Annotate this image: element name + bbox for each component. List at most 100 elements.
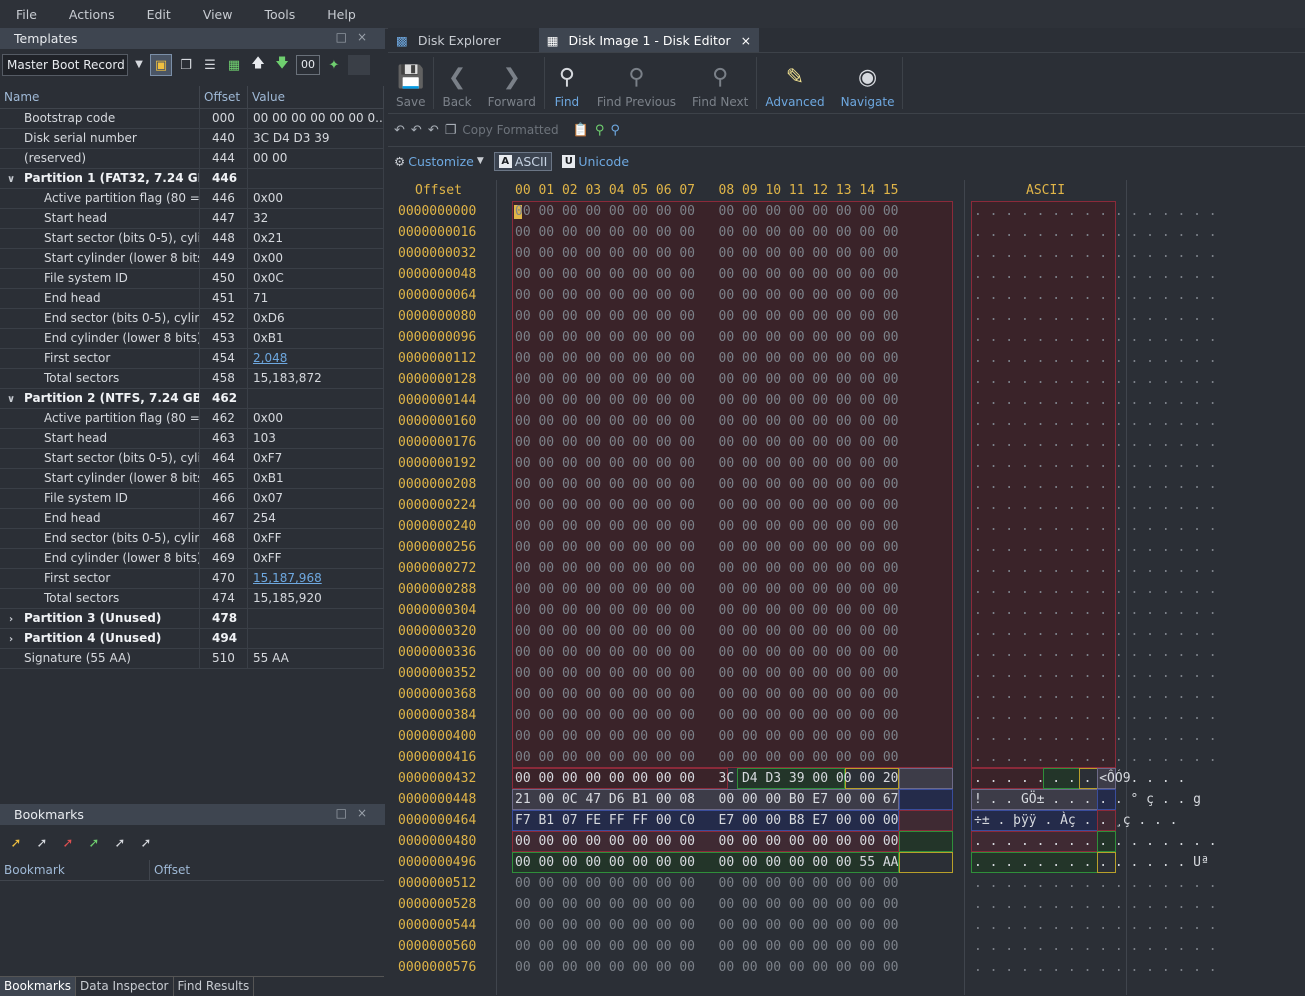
template-row[interactable]: First sector 470 15,187,968 bbox=[0, 569, 384, 589]
template-row[interactable]: End sector (bits 0-5), cylin... 452 0xD6 bbox=[0, 309, 384, 329]
hex-row-ascii[interactable]: ! . . GÖ± . . . . . ° ç . . g bbox=[974, 789, 1201, 810]
menu-tools[interactable]: Tools bbox=[248, 7, 311, 22]
template-row[interactable]: Bootstrap code 000 00 00 00 00 00 00 0... bbox=[0, 109, 384, 129]
hex-row[interactable]: 0000000016 00 00 00 00 00 00 00 00 00 00 … bbox=[388, 222, 1305, 243]
hex-row-bytes[interactable]: 00 00 00 00 00 00 00 00 00 00 00 00 00 0… bbox=[515, 873, 899, 894]
hex-row[interactable]: 0000000368 00 00 00 00 00 00 00 00 00 00 … bbox=[388, 684, 1305, 705]
tab-data-inspector[interactable]: Data Inspector bbox=[76, 977, 174, 996]
menu-actions[interactable]: Actions bbox=[53, 7, 131, 22]
arrow-down-icon[interactable]: 🡇 bbox=[272, 55, 292, 75]
hex-row[interactable]: 0000000496 00 00 00 00 00 00 00 00 00 00 … bbox=[388, 852, 1305, 873]
hex-row-bytes[interactable]: 00 00 00 00 00 00 00 00 00 00 00 00 00 0… bbox=[515, 684, 899, 705]
hex-row-ascii[interactable]: . . . . . . . . . . . . . . . . bbox=[974, 642, 1217, 663]
save-button[interactable]: 💾 Save bbox=[388, 53, 433, 113]
template-row[interactable]: Start head 447 32 bbox=[0, 209, 384, 229]
hex-row-bytes[interactable]: 00 00 00 00 00 00 00 00 00 00 00 00 00 0… bbox=[515, 201, 899, 222]
hex-row-ascii[interactable]: . . . . . . . . . . . . . . . . bbox=[974, 831, 1217, 852]
hex-row-ascii[interactable]: . . . . . . . . . . . . . . . . bbox=[974, 600, 1217, 621]
template-row[interactable]: Active partition flag (80 =... 446 0x00 bbox=[0, 189, 384, 209]
hex-row[interactable]: 0000000080 00 00 00 00 00 00 00 00 00 00 … bbox=[388, 306, 1305, 327]
hex-row[interactable]: 0000000256 00 00 00 00 00 00 00 00 00 00 … bbox=[388, 537, 1305, 558]
close-tab-icon[interactable]: × bbox=[741, 33, 751, 48]
hex-row-ascii[interactable]: . . . . . . . . . . . . . . . . bbox=[974, 915, 1217, 936]
find-previous-button[interactable]: ⚲ Find Previous bbox=[589, 53, 684, 113]
hex-row-bytes[interactable]: 00 00 00 00 00 00 00 00 00 00 00 00 00 0… bbox=[515, 747, 899, 768]
hex-row-ascii[interactable]: . . . . . . . . . . . . . . . . bbox=[974, 432, 1217, 453]
hex-row[interactable]: 0000000480 00 00 00 00 00 00 00 00 00 00 … bbox=[388, 831, 1305, 852]
back-button[interactable]: ❮ Back bbox=[434, 53, 479, 113]
hex-row-bytes[interactable]: 00 00 00 00 00 00 00 00 00 00 00 00 00 0… bbox=[515, 852, 899, 873]
redo-icon[interactable]: ↶ bbox=[411, 123, 422, 138]
hex-row[interactable]: 0000000416 00 00 00 00 00 00 00 00 00 00 … bbox=[388, 747, 1305, 768]
hex-row[interactable]: 0000000400 00 00 00 00 00 00 00 00 00 00 … bbox=[388, 726, 1305, 747]
hex-row-ascii[interactable]: . . . . . . . . . . . . . . . . bbox=[974, 243, 1217, 264]
hex-row-bytes[interactable]: 00 00 00 00 00 00 00 00 00 00 00 00 00 0… bbox=[515, 957, 899, 978]
hex-row-bytes[interactable]: 00 00 00 00 00 00 00 00 00 00 00 00 00 0… bbox=[515, 831, 899, 852]
customize-button[interactable]: ⚙ Customize ▼ bbox=[394, 154, 484, 169]
hex-row[interactable]: 0000000512 00 00 00 00 00 00 00 00 00 00 … bbox=[388, 873, 1305, 894]
hex-row-ascii[interactable]: . . . . . . . . . . . . . . . . bbox=[974, 222, 1217, 243]
template-row[interactable]: ∨ Partition 2 (NTFS, 7.24 GB) 462 bbox=[0, 389, 384, 409]
hex-row[interactable]: 0000000320 00 00 00 00 00 00 00 00 00 00 … bbox=[388, 621, 1305, 642]
unicode-button[interactable]: U Unicode bbox=[562, 154, 629, 169]
tab-disk-editor[interactable]: ▦ Disk Image 1 - Disk Editor × bbox=[538, 28, 760, 52]
tab-find-results[interactable]: Find Results bbox=[174, 977, 255, 996]
col-offset[interactable]: Offset bbox=[200, 86, 248, 108]
hex-row-bytes[interactable]: 00 00 00 00 00 00 00 00 00 00 00 00 00 0… bbox=[515, 495, 899, 516]
copy-icon[interactable]: ❐ bbox=[176, 55, 196, 75]
close-icon[interactable]: × bbox=[357, 30, 377, 44]
col-name[interactable]: Name bbox=[0, 86, 200, 108]
hex-row-bytes[interactable]: 00 00 00 00 00 00 00 00 00 00 00 00 00 0… bbox=[515, 453, 899, 474]
first-sector-link[interactable]: 2,048 bbox=[253, 351, 287, 365]
byte-value-box[interactable]: 00 bbox=[296, 55, 320, 75]
tab-bookmarks[interactable]: Bookmarks bbox=[0, 977, 77, 996]
hex-row[interactable]: 0000000000 00 00 00 00 00 00 00 00 00 00 … bbox=[388, 201, 1305, 222]
hex-row[interactable]: 0000000336 00 00 00 00 00 00 00 00 00 00 … bbox=[388, 642, 1305, 663]
hex-row-ascii[interactable]: . . . . . . . . . . . . . . . . bbox=[974, 411, 1217, 432]
hex-row[interactable]: 0000000128 00 00 00 00 00 00 00 00 00 00 … bbox=[388, 369, 1305, 390]
hex-row[interactable]: 0000000272 00 00 00 00 00 00 00 00 00 00 … bbox=[388, 558, 1305, 579]
template-row[interactable]: Total sectors 474 15,185,920 bbox=[0, 589, 384, 609]
template-row[interactable]: › Partition 4 (Unused) 494 bbox=[0, 629, 384, 649]
chevron-down-icon[interactable]: ∨ bbox=[4, 170, 18, 188]
hex-row-bytes[interactable]: 00 00 00 00 00 00 00 00 3C D4 D3 39 00 0… bbox=[515, 768, 899, 789]
hex-row[interactable]: 0000000160 00 00 00 00 00 00 00 00 00 00 … bbox=[388, 411, 1305, 432]
template-row[interactable]: (reserved) 444 00 00 bbox=[0, 149, 384, 169]
hex-row-bytes[interactable]: 00 00 00 00 00 00 00 00 00 00 00 00 00 0… bbox=[515, 663, 899, 684]
hex-row[interactable]: 0000000560 00 00 00 00 00 00 00 00 00 00 … bbox=[388, 936, 1305, 957]
hex-row[interactable]: 0000000544 00 00 00 00 00 00 00 00 00 00 … bbox=[388, 915, 1305, 936]
hex-row-ascii[interactable]: . . . . . . . . . . . . . . . . bbox=[974, 621, 1217, 642]
hex-row-ascii[interactable]: . . . . . . . . . . . . . . . . bbox=[974, 537, 1217, 558]
menu-edit[interactable]: Edit bbox=[131, 7, 187, 22]
hex-row-bytes[interactable]: 00 00 00 00 00 00 00 00 00 00 00 00 00 0… bbox=[515, 390, 899, 411]
pin-icon[interactable]: ✦ bbox=[324, 55, 344, 75]
float-icon[interactable]: □ bbox=[336, 806, 357, 820]
find-small-icon[interactable]: ⚲ bbox=[595, 123, 605, 138]
hex-row-ascii[interactable]: . . . . . . . . . . . . . . . . bbox=[974, 663, 1217, 684]
hex-row-bytes[interactable]: 00 00 00 00 00 00 00 00 00 00 00 00 00 0… bbox=[515, 894, 899, 915]
hex-row[interactable]: 0000000176 00 00 00 00 00 00 00 00 00 00 … bbox=[388, 432, 1305, 453]
hex-row[interactable]: 0000000448 21 00 0C 47 D6 B1 00 08 00 00 … bbox=[388, 789, 1305, 810]
template-apply-icon[interactable]: ▣ bbox=[150, 54, 172, 76]
template-row[interactable]: Start cylinder (lower 8 bits) 465 0xB1 bbox=[0, 469, 384, 489]
bookmark-add-icon[interactable]: ➚ bbox=[6, 833, 26, 853]
bookmark-remove-all-icon[interactable]: ➚ bbox=[136, 833, 156, 853]
hex-row[interactable]: 0000000576 00 00 00 00 00 00 00 00 00 00 … bbox=[388, 957, 1305, 978]
template-row[interactable]: Start sector (bits 0-5), cyli... 464 0xF7 bbox=[0, 449, 384, 469]
undo-icon[interactable]: ↶ bbox=[394, 123, 405, 138]
bookmark-edit-icon[interactable]: ➚ bbox=[32, 833, 52, 853]
hex-row[interactable]: 0000000112 00 00 00 00 00 00 00 00 00 00 … bbox=[388, 348, 1305, 369]
hex-row-ascii[interactable]: . . . . . . . . . . . . . . . . bbox=[974, 516, 1217, 537]
template-selector[interactable]: Master Boot Record bbox=[2, 54, 128, 76]
menu-view[interactable]: View bbox=[187, 7, 249, 22]
hex-row[interactable]: 0000000192 00 00 00 00 00 00 00 00 00 00 … bbox=[388, 453, 1305, 474]
template-row-value[interactable]: 15,187,968 bbox=[248, 569, 384, 588]
template-row[interactable]: File system ID 466 0x07 bbox=[0, 489, 384, 509]
hex-row-ascii[interactable]: . . . . . . . . . . . . . . . . bbox=[974, 474, 1217, 495]
hex-row-bytes[interactable]: 00 00 00 00 00 00 00 00 00 00 00 00 00 0… bbox=[515, 243, 899, 264]
ascii-button[interactable]: A ASCII bbox=[493, 151, 553, 171]
hex-row-bytes[interactable]: 00 00 00 00 00 00 00 00 00 00 00 00 00 0… bbox=[515, 726, 899, 747]
hex-row[interactable]: 0000000096 00 00 00 00 00 00 00 00 00 00 … bbox=[388, 327, 1305, 348]
export-icon[interactable]: ▦ bbox=[224, 55, 244, 75]
hex-row-ascii[interactable]: . . . . . . . . . . . . . . . . bbox=[974, 264, 1217, 285]
